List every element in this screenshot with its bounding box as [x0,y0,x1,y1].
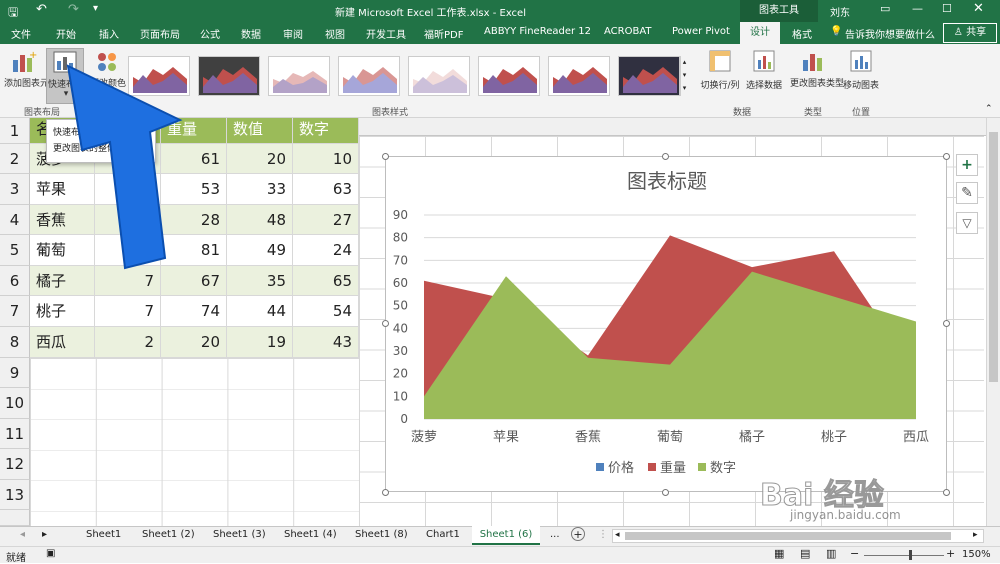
sheet-tab[interactable]: Sheet1 (2) [142,529,195,540]
page-break-view-icon[interactable]: ▥ [826,547,836,560]
prev-sheet-icon[interactable]: ◂ [20,529,25,540]
sheet-tab[interactable]: Sheet1 (8) [355,529,408,540]
sheet-tabs-bar: ◂ ▸ Sheet1 Sheet1 (2) Sheet1 (3) Sheet1 … [0,526,1000,546]
next-sheet-icon[interactable]: ▸ [42,529,47,540]
tab-splitter-icon[interactable]: ⋮ [598,529,608,540]
horizontal-scrollbar[interactable]: ◂ ▸ [612,529,984,543]
status-bar: 就绪 ▣ ▦ ▤ ▥ − + 150% [0,546,1000,564]
sheet-tab[interactable]: Sheet1 [86,529,121,540]
sheet-tab[interactable]: Chart1 [426,529,460,540]
sheet-tab[interactable]: Sheet1 (4) [284,529,337,540]
zoom-slider-thumb[interactable] [909,550,912,560]
sheet-tab-active[interactable]: Sheet1 (6) [472,526,540,545]
horizontal-scroll-thumb[interactable] [625,532,951,540]
zoom-in-icon[interactable]: + [946,547,955,560]
status-mode: 就绪 [6,553,26,564]
normal-view-icon[interactable]: ▦ [774,547,784,560]
new-sheet-icon[interactable]: + [571,527,585,541]
zoom-level[interactable]: 150% [962,549,991,560]
macro-record-icon[interactable]: ▣ [46,548,55,559]
scroll-right-icon[interactable]: ▸ [973,530,978,540]
more-sheets-icon[interactable]: ... [550,529,560,540]
sheet-tab[interactable]: Sheet1 (3) [213,529,266,540]
page-layout-view-icon[interactable]: ▤ [800,547,810,560]
zoom-out-icon[interactable]: − [850,547,859,560]
zoom-slider[interactable] [864,555,944,556]
watermark-url: jingyan.baidu.com [790,508,901,522]
scroll-left-icon[interactable]: ◂ [615,530,620,540]
